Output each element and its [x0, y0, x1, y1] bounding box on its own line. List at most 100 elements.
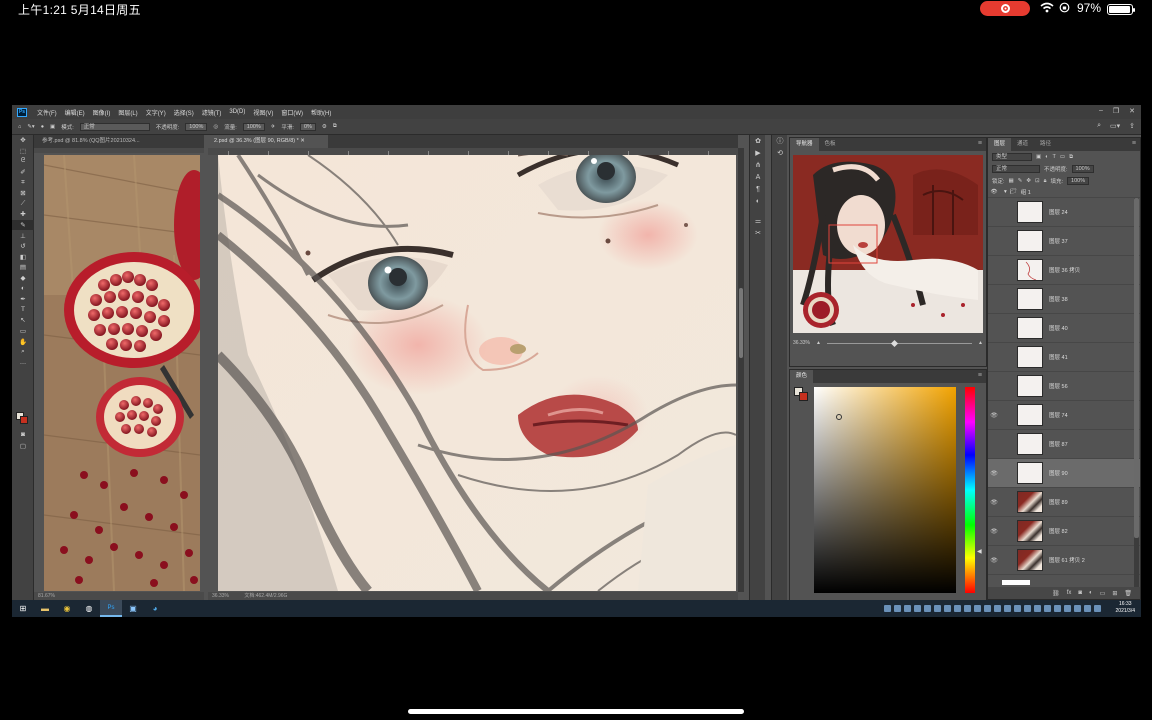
move-tool-icon[interactable]: ✥	[12, 135, 34, 146]
menu-edit[interactable]: 编辑(E)	[61, 108, 89, 117]
layer-row[interactable]: 👁︎ 图层 74	[988, 401, 1140, 430]
navigator-thumbnail[interactable]	[793, 155, 983, 333]
tray-icon-14[interactable]	[1014, 605, 1021, 612]
tray-icon-18[interactable]	[1054, 605, 1061, 612]
filter-type-icon[interactable]: T	[1053, 154, 1056, 160]
airbrush-icon[interactable]: ✈	[271, 124, 276, 130]
filter-adjust-icon[interactable]: ◐	[1045, 154, 1048, 160]
flow-field[interactable]: 100%	[242, 122, 265, 131]
blur-tool-icon[interactable]: ◆	[12, 273, 34, 284]
tray-icon-11[interactable]	[984, 605, 991, 612]
search-icon[interactable]: ⌕	[1097, 122, 1101, 130]
hue-slider[interactable]	[965, 387, 975, 593]
menu-3d[interactable]: 3D(D)	[225, 109, 249, 115]
group-expand-icon[interactable]: ▾	[1004, 189, 1007, 195]
lock-paint-icon[interactable]: ✎	[1018, 178, 1023, 184]
smooth-field[interactable]: 0%	[299, 122, 316, 131]
lasso-tool-icon[interactable]: ᘓ	[12, 156, 34, 167]
home-indicator[interactable]	[408, 709, 744, 714]
tab-reference-doc[interactable]: 参考.psd @ 81.8% (QQ图片20210324...	[34, 135, 204, 148]
layer-row[interactable]: 👁︎ 图层 90	[988, 459, 1140, 488]
screen-recording-indicator[interactable]	[980, 1, 1030, 16]
tray-icon-20[interactable]	[1074, 605, 1081, 612]
taskbar-clock[interactable]: 16:33 2021/3/4	[1116, 601, 1135, 615]
menu-layer[interactable]: 图层(L)	[114, 108, 141, 117]
tray-icon-7[interactable]	[944, 605, 951, 612]
layers-panel-menu-icon[interactable]: ≡	[1132, 140, 1136, 147]
mode-select[interactable]: 正常	[79, 122, 150, 131]
screen-mode-icon[interactable]: ▢	[12, 441, 34, 452]
eraser-tool-icon[interactable]: ◧	[12, 252, 34, 263]
tray-icon-13[interactable]	[1004, 605, 1011, 612]
color-panel-menu-icon[interactable]: ≡	[978, 372, 982, 379]
chrome-icon[interactable]: ◉	[56, 600, 78, 617]
shape-tool-icon[interactable]: ▭	[12, 326, 34, 337]
brush-preset-icon[interactable]: ✎▾	[27, 124, 34, 130]
share-icon[interactable]: ⇪	[1129, 122, 1135, 130]
canvas-scrollbar[interactable]	[738, 148, 744, 592]
group-visibility-eye-icon[interactable]: 👁︎	[988, 189, 1000, 195]
layer-row[interactable]: 👁︎ 图层 82	[988, 517, 1140, 546]
workspace-icon[interactable]: ▭▾	[1110, 122, 1120, 130]
tab-paths[interactable]: 路径	[1034, 138, 1057, 151]
adjustment-layer-icon[interactable]: ◐	[1089, 590, 1093, 596]
healing-tool-icon[interactable]: ✚	[12, 209, 34, 220]
tray-icon-15[interactable]	[1024, 605, 1031, 612]
filter-pixel-icon[interactable]: ▣	[1036, 154, 1041, 160]
layer-row[interactable]: 图层 36 拷贝	[988, 256, 1140, 285]
reference-canvas[interactable]	[44, 155, 200, 591]
color-bg-swatch[interactable]	[799, 392, 808, 401]
recorder-app-icon[interactable]: ◍	[78, 600, 100, 617]
brush-tool-icon[interactable]: ✎	[12, 219, 34, 231]
paragraph-icon[interactable]: ¶	[750, 183, 766, 195]
layer-row[interactable]: 图层 56	[988, 372, 1140, 401]
history-icon[interactable]: ⟲	[772, 147, 788, 159]
tray-icon-12[interactable]	[994, 605, 1001, 612]
new-layer-icon[interactable]: ⊞	[1112, 590, 1117, 597]
tray-icon-17[interactable]	[1044, 605, 1051, 612]
play-action-icon[interactable]: ▶	[750, 147, 766, 159]
background-color-swatch[interactable]	[20, 416, 28, 424]
layers-scrollbar[interactable]	[1134, 198, 1139, 594]
zoom-in-icon[interactable]: ▲	[978, 340, 983, 346]
tray-icon-1[interactable]	[884, 605, 891, 612]
eyedropper-tool-icon[interactable]: ⟋	[12, 199, 34, 210]
layer-row[interactable]: 图层 40	[988, 314, 1140, 343]
home-icon[interactable]: ⌂	[18, 124, 21, 130]
tray-icon-3[interactable]	[904, 605, 911, 612]
hue-slider-handle[interactable]: ◀	[977, 548, 982, 555]
menu-type[interactable]: 文字(Y)	[142, 108, 170, 117]
restore-icon[interactable]: ❐	[1113, 107, 1119, 115]
edge-icon[interactable]: ◕	[144, 600, 166, 617]
filter-smart-icon[interactable]: ⧉	[1069, 154, 1073, 161]
zoom-out-icon[interactable]: ▲	[816, 340, 821, 346]
frame-tool-icon[interactable]: ⊠	[12, 188, 34, 199]
layer-opacity-field[interactable]: 100%	[1071, 165, 1094, 173]
hand-tool-icon[interactable]: ✋	[12, 336, 34, 347]
layer-row[interactable]: 图层 24	[988, 198, 1140, 227]
tab-channels[interactable]: 通道	[1011, 138, 1034, 151]
pressure-opacity-icon[interactable]: ◎	[213, 124, 218, 130]
marquee-tool-icon[interactable]: ⬚	[12, 146, 34, 157]
lock-artboard-icon[interactable]: ⊡	[1035, 178, 1040, 184]
layer-row[interactable]: 图层 37	[988, 227, 1140, 256]
gradient-tool-icon[interactable]: ▤	[12, 262, 34, 273]
tray-icon-10[interactable]	[974, 605, 981, 612]
menu-image[interactable]: 图像(I)	[89, 108, 115, 117]
photos-app-icon[interactable]: ▣	[122, 600, 144, 617]
history-brush-tool-icon[interactable]: ↺	[12, 241, 34, 252]
main-canvas[interactable]	[218, 155, 736, 591]
visibility-eye-icon[interactable]: 👁︎	[988, 557, 1000, 564]
visibility-eye-icon[interactable]: 👁︎	[988, 412, 1000, 419]
tray-icon-21[interactable]	[1084, 605, 1091, 612]
visibility-eye-icon[interactable]: 👁︎	[988, 528, 1000, 535]
tab-navigator[interactable]: 导航器	[790, 138, 819, 151]
panel-menu-icon[interactable]: ≡	[978, 140, 982, 147]
tray-icon-4[interactable]	[914, 605, 921, 612]
zoom-slider[interactable]	[826, 339, 973, 347]
path-select-tool-icon[interactable]: ↖	[12, 315, 34, 326]
menu-select[interactable]: 选择(S)	[170, 108, 198, 117]
layer-row[interactable]: 👁︎ 图层 61 拷贝 2	[988, 546, 1140, 575]
stamp-tool-icon[interactable]: ⊥	[12, 230, 34, 241]
type-tool-icon[interactable]: T	[12, 305, 34, 316]
